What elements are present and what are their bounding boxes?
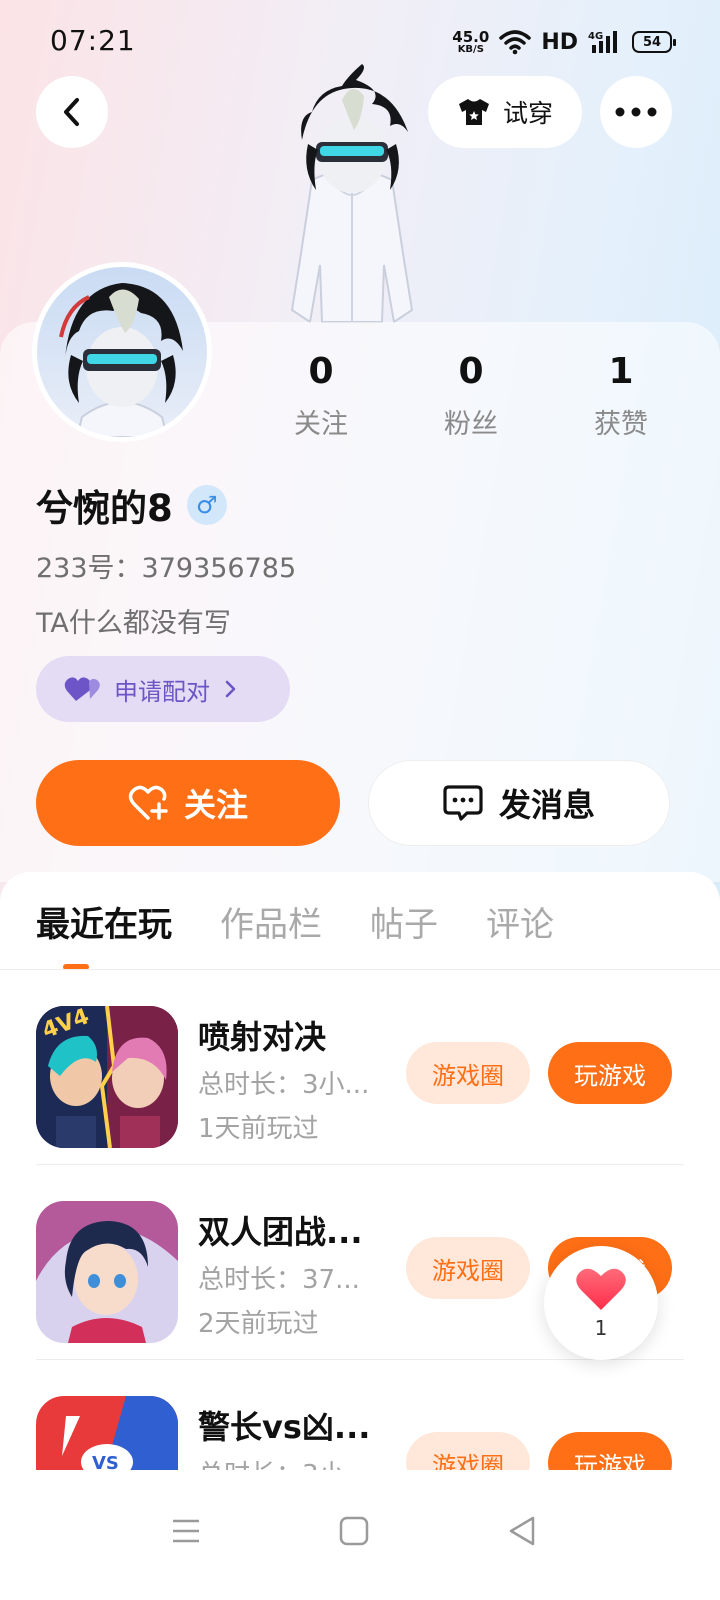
game-icon: 4V4 bbox=[36, 1006, 178, 1148]
floating-like-button[interactable]: 1 bbox=[544, 1246, 658, 1360]
home-nav-button[interactable] bbox=[324, 1506, 384, 1556]
game-duration: 总时长：37... bbox=[198, 1265, 360, 1295]
send-message-button[interactable]: 发消息 bbox=[368, 760, 670, 846]
list-item[interactable]: 4V4 喷射对决 总时长：3小... 1天前玩过 游戏圈 玩游戏 bbox=[0, 970, 720, 1165]
chevron-left-icon bbox=[64, 98, 79, 126]
avatar[interactable] bbox=[32, 262, 212, 442]
play-game-button[interactable]: 玩游戏 bbox=[548, 1432, 672, 1470]
try-on-label: 试穿 bbox=[502, 99, 553, 128]
network-speed-value: 45.0 bbox=[452, 27, 490, 46]
game-circle-button[interactable]: 游戏圈 bbox=[406, 1432, 530, 1470]
tshirt-icon bbox=[458, 99, 489, 125]
avatar-figure-image bbox=[290, 64, 414, 324]
status-icons: 45.0 KB/S HD 4G 54 bbox=[452, 24, 676, 60]
tab-works[interactable]: 作品栏 bbox=[220, 900, 322, 950]
recent-games-list: 4V4 喷射对决 总时长：3小... 1天前玩过 游戏圈 玩游戏 双人团战...… bbox=[0, 970, 720, 1470]
chat-bubble-icon bbox=[443, 785, 483, 821]
system-navigation-bar bbox=[0, 1470, 720, 1600]
back-button[interactable] bbox=[36, 76, 108, 148]
username: 兮惋的8 bbox=[36, 487, 173, 530]
more-options-button[interactable] bbox=[600, 76, 672, 148]
triangle-back-icon bbox=[509, 1516, 535, 1546]
stat-following-label: 关注 bbox=[294, 409, 348, 440]
game-duration: 总时长：3小... bbox=[198, 1454, 398, 1470]
game-circle-button[interactable]: 游戏圈 bbox=[406, 1237, 530, 1299]
game-last-played: 2天前玩过 bbox=[198, 1309, 319, 1339]
game-name: 喷射对决 bbox=[198, 1018, 327, 1056]
follow-button[interactable]: 关注 bbox=[36, 760, 340, 846]
apply-pair-button[interactable]: 申请配对 bbox=[36, 656, 290, 722]
user-id: 233号：379356785 bbox=[36, 553, 297, 584]
square-home-icon bbox=[339, 1516, 369, 1546]
network-speed-unit: KB/S bbox=[457, 43, 484, 55]
status-time: 07:21 bbox=[50, 24, 136, 57]
stat-likes-count: 1 bbox=[608, 351, 634, 392]
more-dots-icon bbox=[615, 107, 657, 117]
male-gender-icon: ♂ bbox=[186, 485, 227, 525]
tab-recently-played[interactable]: 最近在玩 bbox=[36, 900, 172, 950]
heart-pair-icon bbox=[64, 677, 100, 701]
heart-icon bbox=[576, 1268, 626, 1310]
user-bio: TA什么都没有写 bbox=[36, 608, 231, 639]
network-speed: 45.0 KB/S bbox=[452, 27, 490, 55]
game-icon-text: VS bbox=[92, 1453, 119, 1470]
apply-pair-label: 申请配对 bbox=[114, 677, 210, 706]
battery-icon: 54 bbox=[632, 31, 676, 53]
hd-indicator: HD bbox=[541, 29, 578, 55]
tab-comments[interactable]: 评论 bbox=[486, 900, 554, 950]
profile-tabs: 最近在玩 作品栏 帖子 评论 bbox=[36, 900, 554, 950]
cellular-signal-icon: 4G bbox=[588, 31, 617, 53]
list-item[interactable]: VS 警长vs凶... 总时长：3小... 游戏圈 玩游戏 bbox=[0, 1360, 720, 1470]
tab-posts[interactable]: 帖子 bbox=[370, 900, 438, 950]
stat-likes-label: 获赞 bbox=[594, 409, 648, 440]
stat-following[interactable]: 0 关注 bbox=[246, 350, 396, 441]
stat-following-count: 0 bbox=[308, 351, 334, 392]
game-last-played: 1天前玩过 bbox=[198, 1114, 319, 1144]
game-name: 双人团战... bbox=[198, 1213, 363, 1251]
stat-followers-label: 粉丝 bbox=[444, 409, 498, 440]
profile-stats: 0 关注 0 粉丝 1 获赞 bbox=[246, 350, 696, 441]
try-on-button[interactable]: 试穿 bbox=[428, 76, 582, 148]
username-row: 兮惋的8 ♂ bbox=[36, 478, 227, 532]
follow-label: 关注 bbox=[183, 786, 248, 824]
stat-likes[interactable]: 1 获赞 bbox=[546, 350, 696, 441]
menu-nav-button[interactable] bbox=[156, 1506, 216, 1556]
game-icon: VS bbox=[36, 1396, 178, 1470]
back-nav-button[interactable] bbox=[492, 1506, 552, 1556]
avatar-image bbox=[59, 283, 183, 437]
svg-text:4G: 4G bbox=[588, 31, 603, 42]
stat-followers[interactable]: 0 粉丝 bbox=[396, 350, 546, 441]
play-game-button[interactable]: 玩游戏 bbox=[548, 1042, 672, 1104]
game-name: 警长vs凶... bbox=[198, 1408, 371, 1446]
chevron-right-icon bbox=[225, 680, 236, 698]
game-icon bbox=[36, 1201, 178, 1343]
menu-icon bbox=[173, 1519, 199, 1543]
like-count: 1 bbox=[594, 1316, 608, 1340]
game-duration: 总时长：3小... bbox=[198, 1070, 370, 1100]
wifi-icon bbox=[499, 30, 532, 55]
stat-followers-count: 0 bbox=[458, 351, 484, 392]
heart-plus-icon bbox=[128, 785, 168, 820]
send-message-label: 发消息 bbox=[498, 786, 595, 824]
game-circle-button[interactable]: 游戏圈 bbox=[406, 1042, 530, 1104]
